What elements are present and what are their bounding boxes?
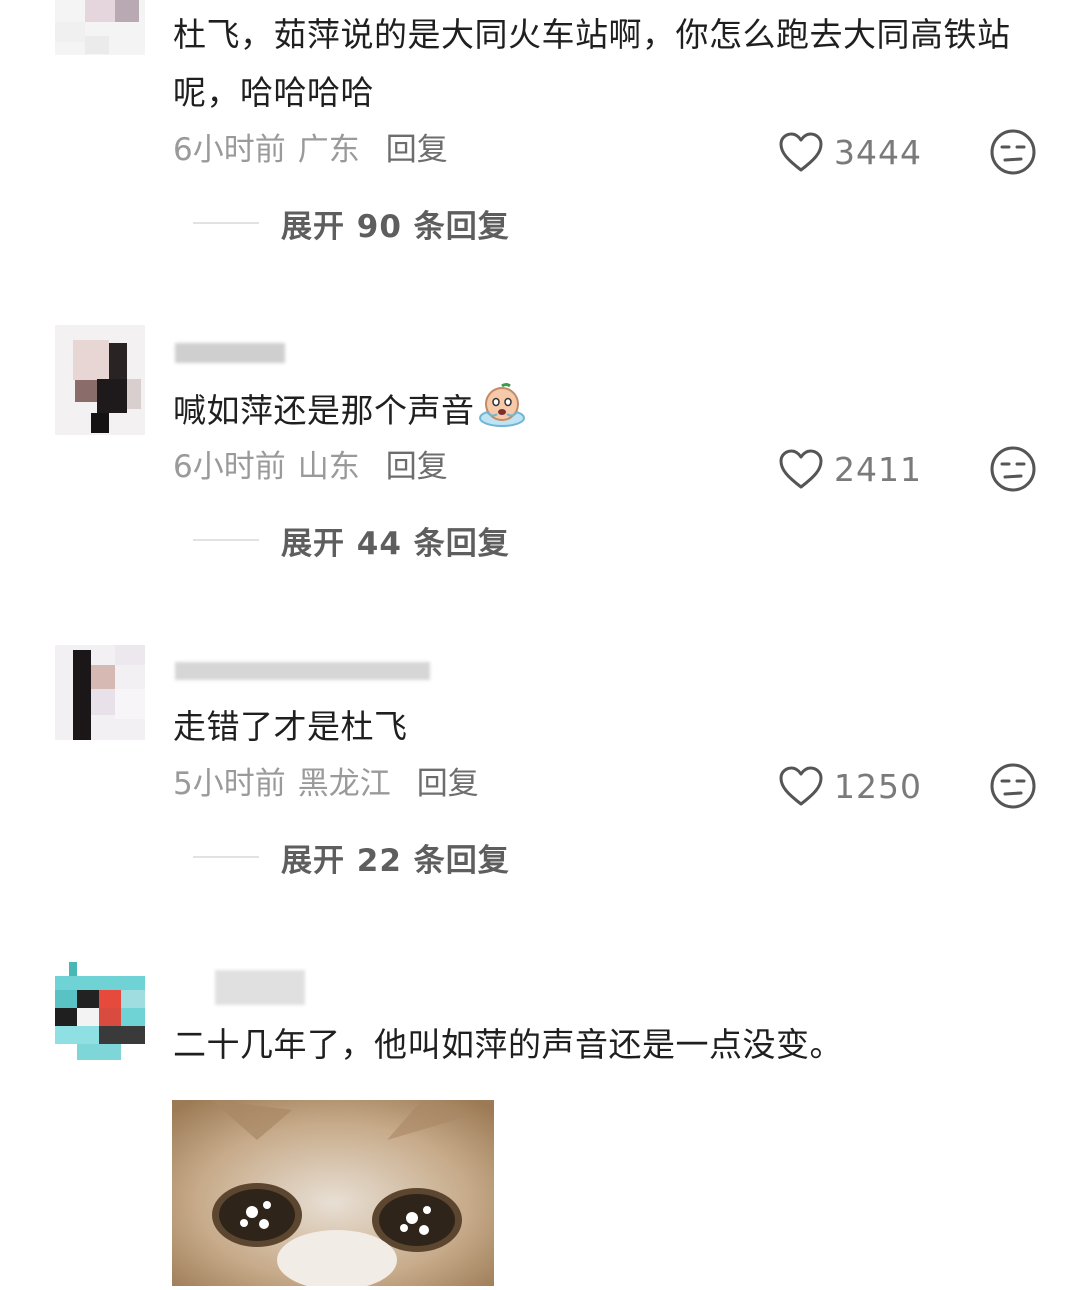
expand-replies-button[interactable]: 展开 22 条回复: [193, 837, 510, 879]
username-blur: [175, 343, 285, 363]
crying-cat-sticker: [172, 1100, 494, 1286]
comment-time: 6小时前: [173, 449, 286, 485]
dislike-button[interactable]: [989, 445, 1037, 493]
expand-replies-label: 展开 44 条回复: [281, 525, 510, 562]
comment-text-content: 喊如萍还是那个声音: [173, 391, 475, 430]
meh-face-icon: [990, 129, 1036, 175]
expand-replies-label: 展开 90 条回复: [281, 208, 510, 245]
heart-outline-icon: [779, 132, 823, 172]
comment-text: 杜飞，茹萍说的是大同火车站啊，你怎么跑去大同高铁站呢，哈哈哈哈: [173, 15, 1011, 112]
comment-location: 山东: [297, 449, 360, 485]
avatar[interactable]: [55, 645, 145, 740]
comment-location: 黑龙江: [297, 766, 391, 802]
avatar[interactable]: [55, 0, 145, 55]
like-button[interactable]: 2411: [778, 445, 922, 493]
crying-face-emoji-icon: [478, 383, 525, 427]
divider-line: [193, 539, 259, 541]
divider-line: [193, 856, 259, 858]
comment-time: 5小时前: [173, 766, 286, 802]
comment-meta: 6小时前 广东 回复: [173, 130, 448, 170]
like-button[interactable]: 3444: [778, 128, 922, 176]
username-blur: [175, 662, 430, 680]
expand-replies-button[interactable]: 展开 90 条回复: [193, 203, 510, 245]
divider-line: [193, 222, 259, 224]
like-count: 1250: [834, 766, 922, 806]
reply-button[interactable]: 回复: [417, 766, 479, 802]
dislike-button[interactable]: [989, 128, 1037, 176]
crying-cat-image: [172, 1100, 494, 1286]
comment-meta: 5小时前 黑龙江 回复: [173, 764, 479, 804]
heart-outline-icon: [779, 766, 823, 806]
expand-replies-button[interactable]: 展开 44 条回复: [193, 520, 510, 562]
username-blur: [215, 970, 305, 1005]
meh-face-icon: [990, 446, 1036, 492]
avatar[interactable]: [55, 962, 145, 1060]
comment-location: 广东: [297, 132, 360, 168]
comment-meta: 6小时前 山东 回复: [173, 447, 448, 487]
meh-face-icon: [990, 763, 1036, 809]
reply-button[interactable]: 回复: [386, 132, 448, 168]
like-count: 2411: [834, 449, 922, 489]
comment-text: 二十几年了，他叫如萍的声音还是一点没变。: [173, 1025, 843, 1064]
comment-time: 6小时前: [173, 132, 286, 168]
reply-button[interactable]: 回复: [386, 449, 448, 485]
like-count: 3444: [834, 132, 922, 172]
avatar[interactable]: [55, 325, 145, 435]
like-button[interactable]: 1250: [778, 762, 922, 810]
expand-replies-label: 展开 22 条回复: [281, 842, 510, 879]
comment-text: 走错了才是杜飞: [173, 707, 408, 746]
comment-text: 喊如萍还是那个声音: [173, 382, 1043, 440]
heart-outline-icon: [779, 449, 823, 489]
dislike-button[interactable]: [989, 762, 1037, 810]
